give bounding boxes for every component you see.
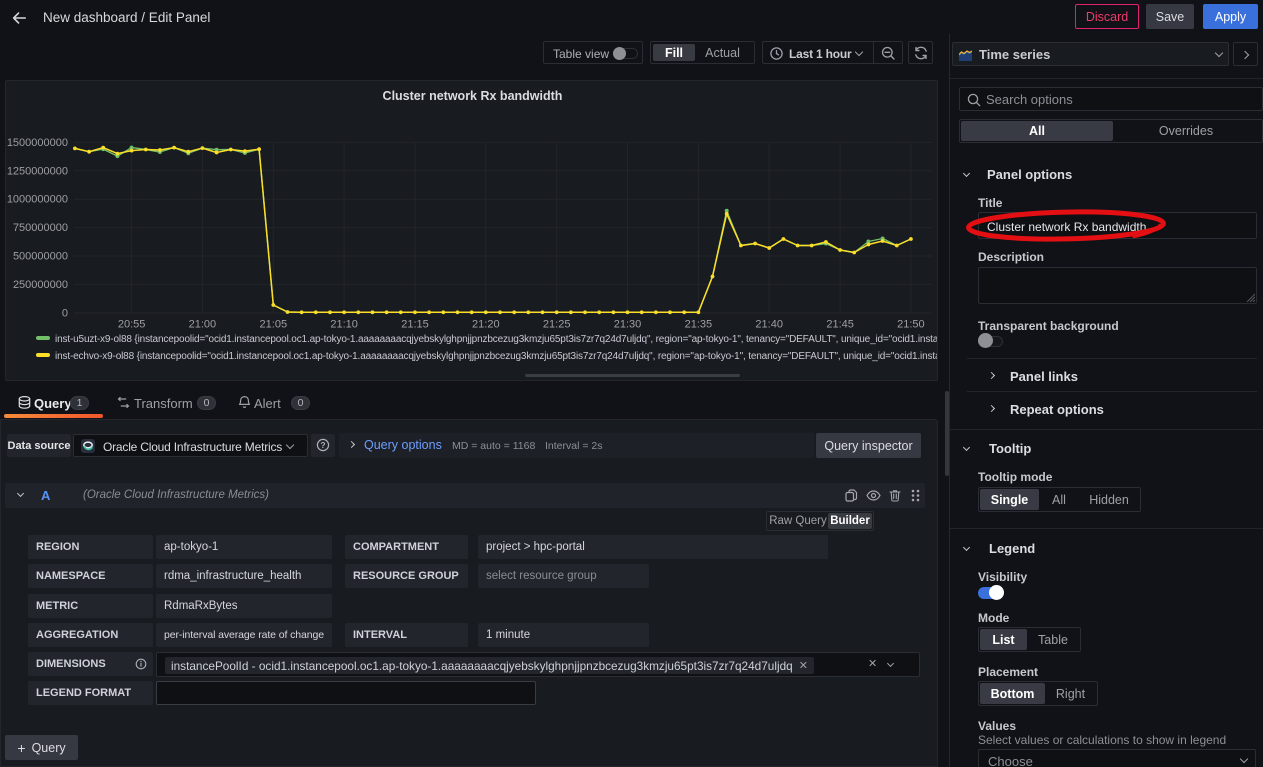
svg-text:21:40: 21:40 <box>755 319 783 331</box>
svg-text:21:15: 21:15 <box>401 319 429 331</box>
svg-text:?: ? <box>320 440 325 450</box>
svg-text:250000000: 250000000 <box>13 279 68 291</box>
svg-text:21:50: 21:50 <box>897 319 925 331</box>
svg-text:0: 0 <box>62 308 68 320</box>
svg-text:1250000000: 1250000000 <box>7 165 68 177</box>
svg-text:21:10: 21:10 <box>330 319 358 331</box>
svg-text:20:55: 20:55 <box>118 319 146 331</box>
svg-text:21:45: 21:45 <box>826 319 854 331</box>
svg-text:21:20: 21:20 <box>472 319 500 331</box>
svg-text:21:30: 21:30 <box>614 319 642 331</box>
svg-text:1500000000: 1500000000 <box>7 137 68 149</box>
svg-text:21:00: 21:00 <box>189 319 217 331</box>
svg-text:21:35: 21:35 <box>685 319 713 331</box>
svg-text:500000000: 500000000 <box>13 251 68 263</box>
svg-text:21:05: 21:05 <box>260 319 288 331</box>
svg-text:21:25: 21:25 <box>543 319 571 331</box>
svg-text:750000000: 750000000 <box>13 222 68 234</box>
svg-text:1000000000: 1000000000 <box>7 194 68 206</box>
